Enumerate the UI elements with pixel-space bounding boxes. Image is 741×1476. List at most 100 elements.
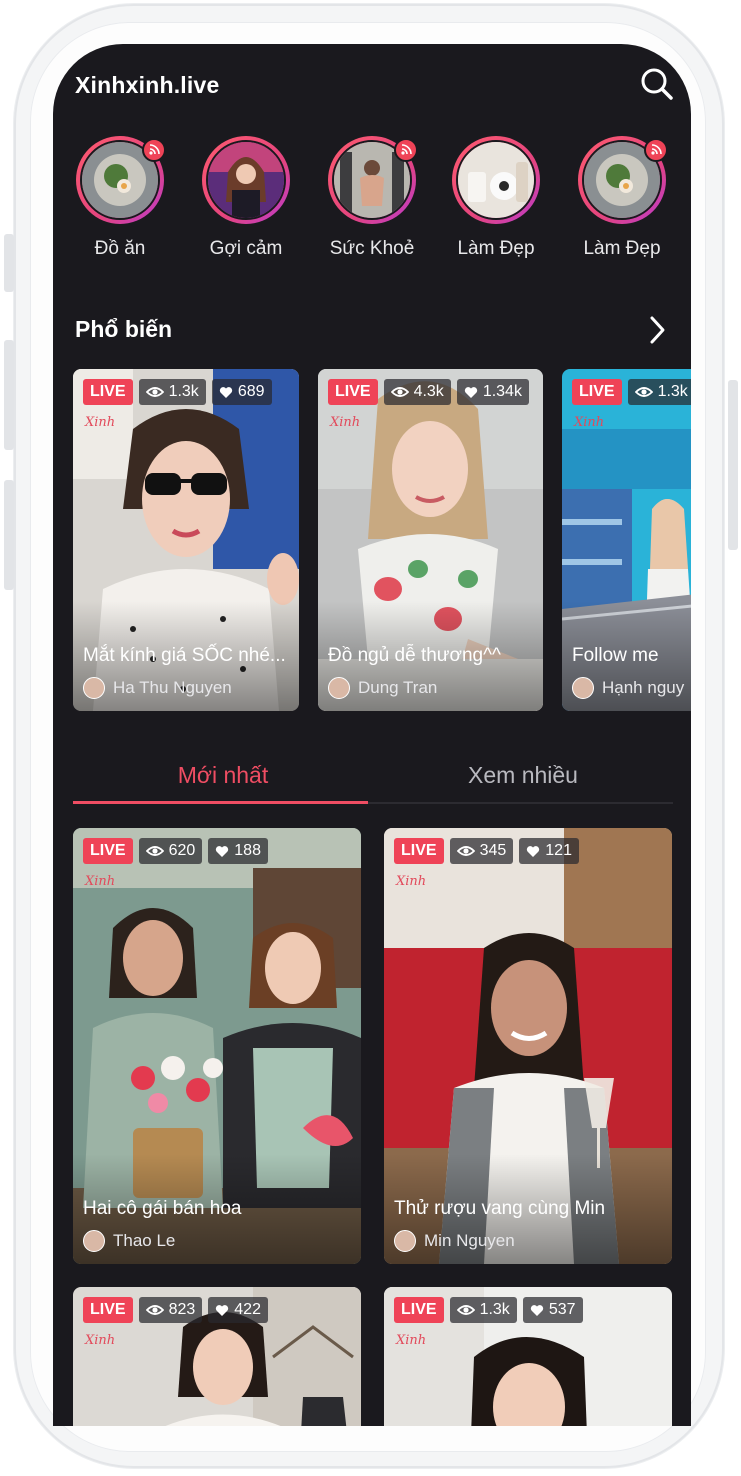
stream-author[interactable]: Dung Tran	[328, 677, 437, 699]
avatar	[572, 677, 594, 699]
stream-title: Hai cô gái bán hoa	[83, 1198, 242, 1219]
like-count: 689	[237, 383, 265, 400]
brand-watermark: Xinh	[330, 415, 361, 430]
viewer-count-badge: 823	[138, 1297, 203, 1323]
stream-badges: LIVE 345 121	[394, 838, 579, 864]
brand-watermark: Xinh	[396, 874, 427, 889]
live-indicator	[142, 138, 166, 162]
eye-icon	[390, 387, 409, 397]
viewer-count: 1.3k	[479, 1301, 510, 1318]
eye-icon	[145, 387, 164, 397]
like-count: 1.34k	[482, 383, 522, 400]
like-count: 537	[548, 1301, 576, 1318]
tab-newest[interactable]: Mới nhất	[73, 762, 373, 789]
heart-icon	[527, 845, 540, 857]
stream-author[interactable]: Hạnh nguy	[572, 677, 684, 699]
phone-side-button	[4, 480, 14, 590]
viewer-count-badge: 1.3k	[138, 379, 206, 405]
heart-icon	[216, 845, 229, 857]
viewer-count: 1.3k	[168, 383, 199, 400]
phone-side-button	[4, 234, 14, 292]
category-item[interactable]: Làm Đẹp	[562, 136, 682, 260]
broadcast-icon	[651, 144, 662, 155]
brand-watermark: Xinh	[85, 415, 116, 430]
eye-icon	[145, 846, 164, 856]
stream-title: Mắt kính giá SỐC nhé...	[83, 645, 286, 666]
author-name: Ha Thu Nguyen	[113, 678, 232, 697]
live-badge: LIVE	[83, 379, 133, 405]
stream-badges: LIVE 1.3k 689	[83, 379, 272, 405]
eye-icon	[456, 846, 475, 856]
viewer-count: 1.3k	[657, 383, 688, 400]
category-label: Đồ ăn	[94, 238, 146, 259]
chevron-right-icon	[650, 316, 665, 344]
brand-watermark: Xinh	[85, 1333, 116, 1348]
category-label: Sức Khoẻ	[329, 238, 415, 259]
brand-watermark: Xinh	[85, 874, 116, 889]
section-more-button[interactable]	[643, 314, 671, 346]
stream-badges: LIVE 620 188	[83, 838, 268, 864]
viewer-count: 620	[168, 842, 196, 859]
viewer-count-badge: 4.3k	[383, 379, 451, 405]
brand-watermark: Xinh	[396, 1333, 427, 1348]
viewer-count-badge: 620	[138, 838, 203, 864]
heart-icon	[530, 1304, 543, 1316]
like-count: 121	[545, 842, 572, 859]
tab-most-viewed[interactable]: Xem nhiều	[373, 762, 673, 789]
category-item[interactable]: Gợi cảm	[186, 136, 306, 260]
avatar	[328, 677, 350, 699]
category-label: Gợi cảm	[209, 238, 283, 259]
feed-stream-card[interactable]: LIVE 345 121 Xinh Thử rượu vang cùng Min…	[384, 828, 672, 1264]
live-badge: LIVE	[328, 379, 378, 405]
stream-badges: LIVE 1.3k	[572, 379, 691, 405]
viewer-count: 823	[168, 1301, 196, 1318]
feed-stream-card[interactable]: LIVE 823 422 Xinh	[73, 1287, 361, 1426]
live-badge: LIVE	[83, 838, 133, 864]
avatar	[83, 677, 105, 699]
feed-tabs: Mới nhất Xem nhiều	[73, 756, 673, 804]
stream-author[interactable]: Ha Thu Nguyen	[83, 677, 232, 699]
viewer-count-badge: 345	[449, 838, 514, 864]
avatar	[394, 1230, 416, 1252]
stream-author[interactable]: Min Nguyen	[394, 1230, 515, 1252]
category-item[interactable]: Đồ ăn	[60, 136, 180, 260]
category-label: Làm Đẹp	[583, 238, 661, 259]
broadcast-icon	[401, 144, 412, 155]
heart-icon	[219, 386, 232, 398]
like-count: 422	[234, 1301, 261, 1318]
popular-stream-card[interactable]: LIVE 1.3k Xinh Follow me Hạnh nguy	[562, 369, 691, 711]
search-icon	[641, 68, 673, 100]
eye-icon	[145, 1305, 164, 1315]
author-name: Hạnh nguy	[602, 678, 685, 697]
app-screen: Xinhxinh.live Đồ ăn Gợi cảm Sức Khoẻ Làm…	[53, 44, 691, 1426]
search-button[interactable]	[637, 64, 677, 104]
active-tab-indicator	[73, 801, 368, 804]
live-badge: LIVE	[83, 1297, 133, 1323]
phone-side-button	[4, 340, 14, 450]
live-indicator	[644, 138, 668, 162]
stream-author[interactable]: Thao Le	[83, 1230, 175, 1252]
feed-stream-card[interactable]: LIVE 620 188 Xinh Hai cô gái bán hoa Tha…	[73, 828, 361, 1264]
feed-stream-card[interactable]: LIVE 1.3k 537 Xinh	[384, 1287, 672, 1426]
author-name: Dung Tran	[358, 678, 438, 697]
category-item[interactable]: Sức Khoẻ	[312, 136, 432, 260]
stream-title: Thử rượu vang cùng Min	[394, 1198, 606, 1219]
heart-icon	[216, 1304, 229, 1316]
category-item[interactable]: Làm Đẹp	[436, 136, 556, 260]
live-indicator	[394, 138, 418, 162]
live-badge: LIVE	[394, 838, 444, 864]
like-count-badge: 121	[519, 838, 579, 864]
stream-title: Đồ ngủ dễ thương^^	[328, 645, 501, 666]
like-count: 188	[234, 842, 261, 859]
popular-stream-card[interactable]: LIVE 1.3k 689 Xinh Mắt kính giá SỐC nhé.…	[73, 369, 299, 711]
viewer-count: 345	[479, 842, 507, 859]
like-count-badge: 422	[208, 1297, 268, 1323]
viewer-count: 4.3k	[413, 383, 444, 400]
stream-title: Follow me	[572, 645, 659, 666]
popular-stream-card[interactable]: LIVE 4.3k 1.34k Xinh Đồ ngủ dễ thương^^ …	[318, 369, 543, 711]
section-title: Phổ biến	[75, 316, 173, 342]
like-count-badge: 188	[208, 838, 268, 864]
author-name: Min Nguyen	[424, 1231, 515, 1250]
category-thumbnail	[456, 140, 536, 220]
broadcast-icon	[149, 144, 160, 155]
